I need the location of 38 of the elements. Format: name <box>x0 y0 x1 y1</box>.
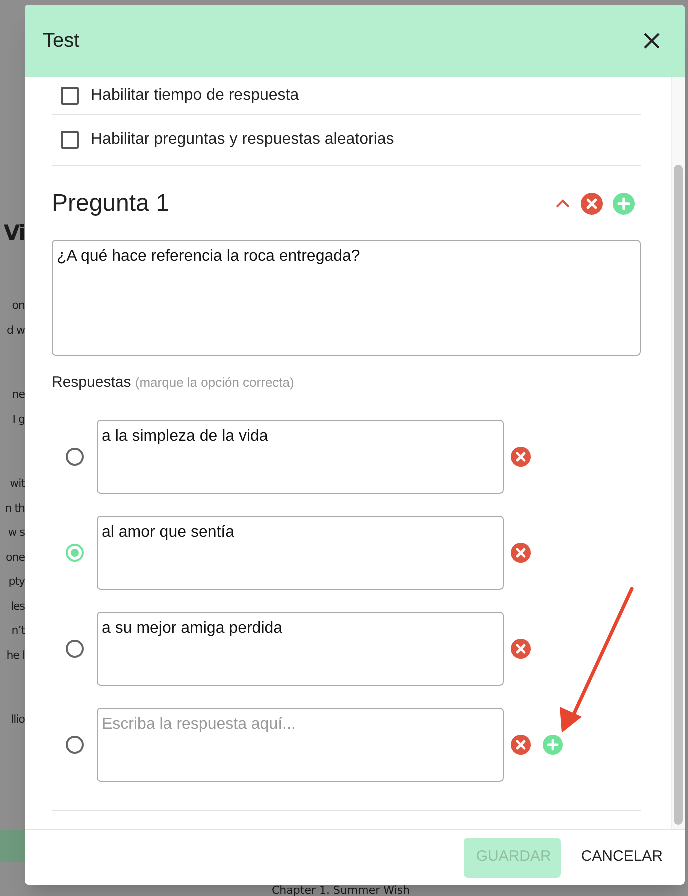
remove-icon[interactable] <box>581 193 603 215</box>
answer-field[interactable]: al amor que sentía <box>97 516 504 590</box>
page-text-line: n th <box>5 500 25 516</box>
remove-icon[interactable] <box>511 542 531 562</box>
remove-icon[interactable] <box>511 638 531 658</box>
answer-field[interactable]: a su mejor amiga perdida <box>97 612 504 686</box>
page-text-line: llio <box>11 712 25 728</box>
question-field[interactable]: ¿A qué hace referencia la roca entregada? <box>52 240 641 356</box>
collapse-icon[interactable] <box>555 199 571 209</box>
question-title: Pregunta 1 <box>52 189 170 219</box>
dialog-title: Test <box>43 29 80 54</box>
radio-button[interactable] <box>66 736 84 754</box>
page-heading: Vi <box>4 220 25 247</box>
answers-label: Respuestas (marque la opción correcta) <box>52 373 296 393</box>
close-icon[interactable] <box>643 32 661 50</box>
chapter-title: Chapter 1. Summer Wish <box>272 885 410 896</box>
page-text-line: n’t <box>12 623 25 639</box>
remove-icon[interactable] <box>511 446 531 466</box>
page-text-line: wit <box>10 476 25 492</box>
remove-icon[interactable] <box>511 734 531 754</box>
page-text-line: one <box>6 550 25 566</box>
answer-field[interactable]: a la simpleza de la vida <box>97 420 504 494</box>
checkbox[interactable] <box>61 86 79 104</box>
radio-button[interactable] <box>66 448 84 466</box>
page-text-line: les <box>10 598 25 614</box>
page-bar <box>0 830 25 862</box>
cancel-button[interactable]: CANCELAR <box>569 838 675 878</box>
page-text-line: w s <box>8 525 25 541</box>
option-label: Habilitar preguntas y respuestas aleatorias <box>91 130 394 150</box>
page-text-line: pty <box>8 574 25 590</box>
checkbox[interactable] <box>61 131 79 149</box>
page-text-line: on <box>12 298 25 314</box>
radio-button[interactable] <box>66 640 84 658</box>
page-text-line: d w <box>7 322 25 338</box>
option-label: Habilitar tiempo de respuesta <box>91 86 300 106</box>
page-text-line: ne <box>12 387 25 403</box>
page-text-line: I g <box>12 412 25 428</box>
page-text-line: he l <box>6 648 25 664</box>
